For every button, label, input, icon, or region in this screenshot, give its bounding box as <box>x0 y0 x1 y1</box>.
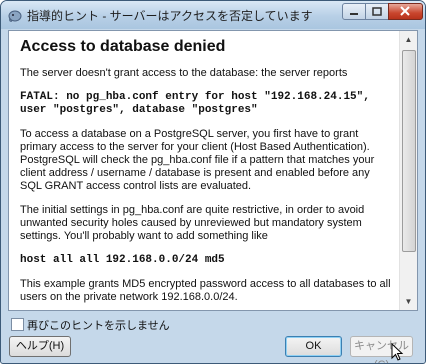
vertical-scrollbar[interactable]: ▲ ▼ <box>399 31 417 310</box>
error-line-1: FATAL: no pg_hba.conf entry for host "19… <box>20 91 370 103</box>
message-text: Access to database denied The server doe… <box>20 37 392 310</box>
paragraph-1: To access a database on a PostgreSQL ser… <box>20 128 375 192</box>
maximize-button[interactable] <box>365 3 389 20</box>
window-title: 指導的ヒント - サーバーはアクセスを否定しています <box>27 9 313 23</box>
maximize-icon <box>372 7 382 16</box>
error-message: FATAL: no pg_hba.conf entry for host "19… <box>20 91 392 117</box>
paragraph-3: This example grants MD5 encrypted passwo… <box>20 278 391 303</box>
code-example: host all all 192.168.0.0/24 md5 <box>20 254 225 266</box>
checkbox-box[interactable] <box>11 318 24 331</box>
dialog-window: 指導的ヒント - サーバーはアクセスを否定しています Access to dat… <box>0 0 426 364</box>
close-button[interactable] <box>388 3 423 20</box>
title-bar[interactable]: 指導的ヒント - サーバーはアクセスを否定しています <box>1 1 425 29</box>
close-icon <box>400 6 410 16</box>
paragraph-2: The initial settings in pg_hba.conf are … <box>20 204 365 242</box>
message-panel: Access to database denied The server doe… <box>8 30 418 311</box>
scroll-down-icon[interactable]: ▼ <box>400 293 417 310</box>
scroll-thumb[interactable] <box>402 50 416 252</box>
minimize-button[interactable] <box>342 3 366 20</box>
minimize-icon <box>350 13 358 15</box>
help-button[interactable]: ヘルプ(H) <box>9 336 71 357</box>
dont-show-again-checkbox[interactable]: 再びこのヒントを示しません <box>11 317 170 333</box>
message-heading: Access to database denied <box>20 38 226 55</box>
intro-text: The server doesn't grant access to the d… <box>20 67 348 79</box>
elephant-app-icon <box>8 10 22 22</box>
mouse-cursor-icon <box>391 343 404 361</box>
error-line-2: user "postgres", database "postgres" <box>20 104 258 116</box>
checkbox-label: 再びこのヒントを示しません <box>27 320 170 332</box>
ok-button[interactable]: OK <box>285 336 342 357</box>
scroll-up-icon[interactable]: ▲ <box>400 31 417 48</box>
